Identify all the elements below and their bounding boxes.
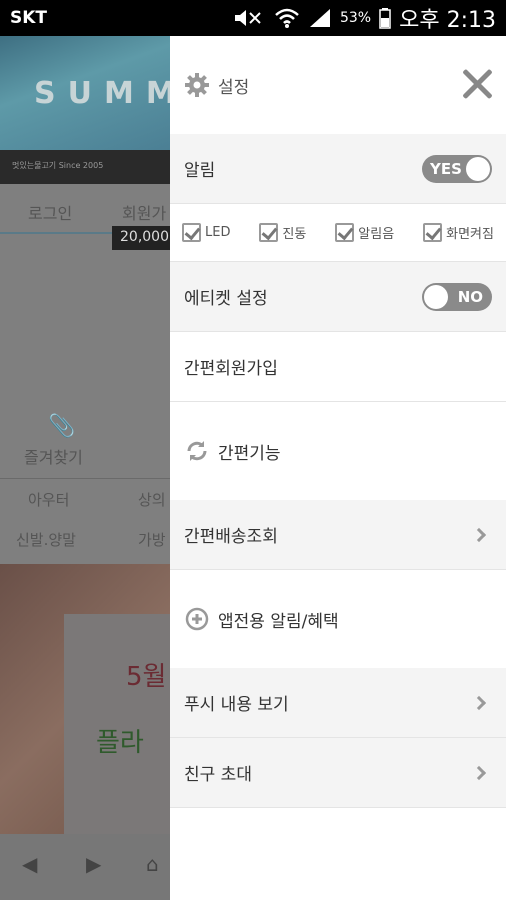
checkbox-checked-icon: [423, 223, 443, 242]
delivery-lookup-row[interactable]: 간편배송조회: [170, 500, 506, 570]
promo-line-1: 5월: [126, 662, 167, 692]
quick-signup-row[interactable]: 간편회원가입: [170, 332, 506, 402]
carrier-label: SKT: [10, 8, 48, 28]
category-grid: 아우터 상의 신발.양말 가방: [0, 478, 170, 564]
chevron-right-icon: [471, 695, 487, 710]
toggle-knob: [466, 156, 490, 181]
screen-on-label: 화면켜짐: [446, 227, 494, 242]
category-top[interactable]: 상의: [138, 489, 166, 510]
delivery-lookup-label: 간편배송조회: [184, 527, 278, 547]
status-icons: 53% 오후 2:13: [232, 2, 496, 34]
checkbox-checked-icon: [259, 223, 279, 242]
paperclip-icon: 📎: [48, 414, 76, 439]
etiquette-toggle[interactable]: NO: [422, 282, 492, 311]
gear-icon: [185, 73, 209, 97]
signal-icon: [309, 9, 330, 27]
push-view-label: 푸시 내용 보기: [184, 695, 289, 715]
banner-caption-strip: 멋있는물고기 Since 2005: [0, 150, 170, 184]
etiquette-row: 에티켓 설정 NO: [170, 262, 506, 332]
banner-text: SUMM: [34, 76, 188, 111]
login-link[interactable]: 로그인: [28, 200, 72, 224]
notification-row: 알림 YES: [170, 134, 506, 204]
wifi-icon: [275, 8, 299, 28]
battery-icon: [379, 8, 391, 29]
notification-toggle[interactable]: YES: [422, 154, 492, 183]
screen-on-checkbox[interactable]: 화면켜짐: [423, 223, 494, 242]
app-benefits-label: 앱전용 알림/혜택: [218, 611, 339, 632]
browser-nav-bar: ◀ ▶ ⌂: [0, 834, 170, 900]
banner-caption: 멋있는물고기 Since 2005: [12, 161, 104, 170]
chevron-right-icon: [471, 527, 487, 542]
quick-functions-label: 간편기능: [218, 443, 281, 464]
home-icon[interactable]: ⌂: [146, 852, 159, 876]
settings-drawer: 설정 알림 YES LED 진동 알림음 화면켜짐 에티켓 설정 NO 간편회원…: [170, 36, 506, 900]
back-arrow-icon[interactable]: ◀: [22, 852, 37, 876]
drawer-header: 설정: [170, 36, 506, 134]
notification-toggle-text: YES: [430, 159, 462, 178]
etiquette-toggle-text: NO: [457, 287, 483, 306]
points-tooltip: 20,000: [112, 226, 170, 250]
plus-circle-icon: [184, 606, 210, 632]
favorites-link[interactable]: 즐겨찾기: [24, 444, 83, 468]
sound-label: 알림음: [358, 227, 395, 242]
vibration-label: 진동: [282, 227, 307, 242]
category-shoes[interactable]: 신발.양말: [16, 529, 76, 550]
checkbox-checked-icon: [182, 223, 201, 242]
clock: 오후 2:13: [399, 8, 496, 33]
category-bags[interactable]: 가방: [138, 529, 166, 550]
drawer-title: 설정: [218, 77, 250, 98]
sound-checkbox[interactable]: 알림음: [335, 223, 394, 242]
toggle-knob: [424, 284, 448, 309]
notification-options: LED 진동 알림음 화면켜짐: [170, 204, 506, 262]
invite-friend-row[interactable]: 친구 초대: [170, 738, 506, 808]
chevron-right-icon: [471, 765, 487, 780]
led-checkbox[interactable]: LED: [182, 223, 230, 242]
promo-line-2: 플라: [96, 728, 144, 758]
refresh-icon: [184, 438, 210, 464]
banner-image: SUMM: [0, 36, 176, 150]
quick-functions-header: 간편기능: [170, 402, 506, 500]
forward-arrow-icon[interactable]: ▶: [86, 852, 101, 876]
close-icon[interactable]: [460, 67, 494, 101]
etiquette-label: 에티켓 설정: [184, 289, 268, 309]
status-bar: SKT 53% 오후 2:13: [0, 0, 506, 36]
checkbox-checked-icon: [335, 223, 355, 242]
app-benefits-header: 앱전용 알림/혜택: [170, 570, 506, 668]
category-outer[interactable]: 아우터: [28, 489, 69, 510]
mute-icon: [234, 10, 261, 26]
vibration-checkbox[interactable]: 진동: [259, 223, 306, 242]
battery-percent: 53%: [339, 10, 372, 26]
quick-signup-label: 간편회원가입: [184, 359, 278, 379]
push-view-row[interactable]: 푸시 내용 보기: [170, 668, 506, 738]
join-link[interactable]: 회원가: [122, 200, 166, 224]
invite-friend-label: 친구 초대: [184, 765, 252, 785]
led-label: LED: [205, 225, 231, 240]
notification-label: 알림: [184, 161, 216, 181]
